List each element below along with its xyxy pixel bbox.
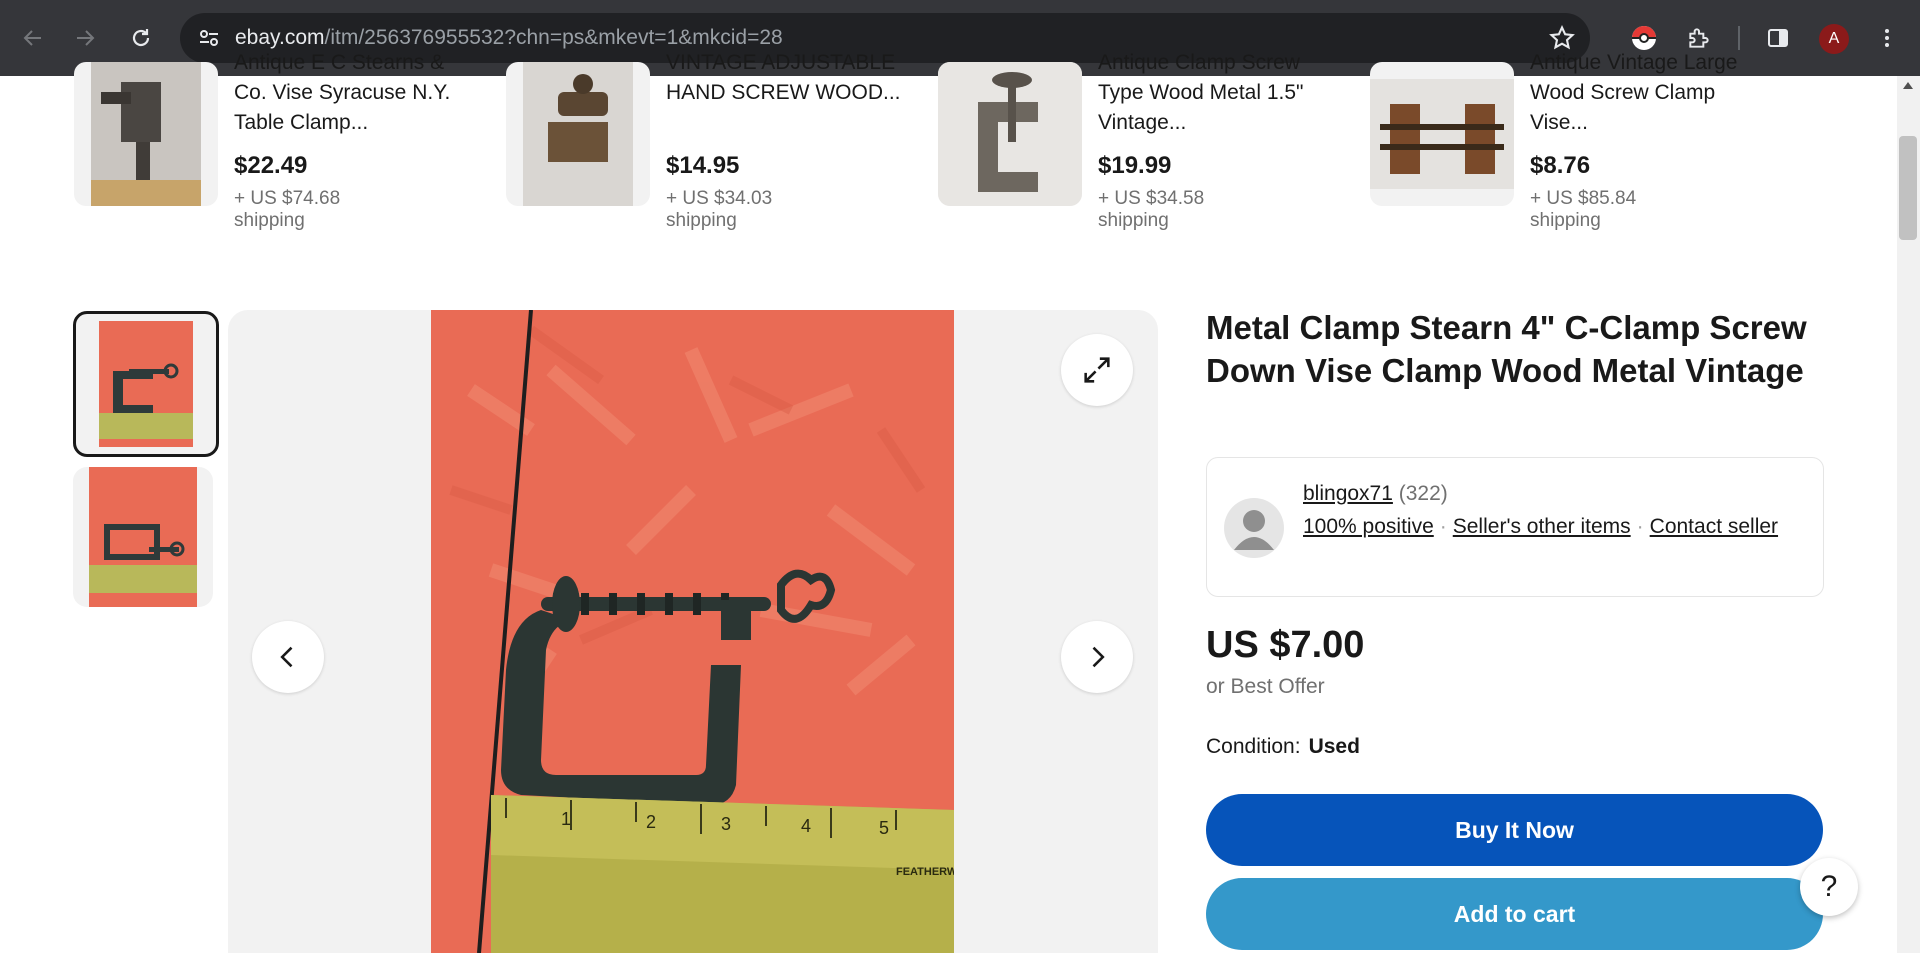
related-item-price: $19.99	[1098, 152, 1172, 179]
related-item[interactable]: Antique E C Stearns & Co. Vise Syracuse …	[74, 51, 494, 252]
svg-text:2: 2	[646, 812, 656, 832]
related-item-title[interactable]: VINTAGE ADJUSTABLE HAND SCREW WOOD...	[666, 48, 906, 138]
reload-icon[interactable]	[123, 20, 159, 56]
back-icon[interactable]	[15, 20, 51, 56]
svg-text:4: 4	[801, 816, 811, 836]
condition-label: Condition:	[1206, 735, 1301, 758]
svg-text:3: 3	[721, 814, 731, 834]
related-item-title[interactable]: Antique Clamp Screw Type Wood Metal 1.5"…	[1098, 48, 1338, 138]
ruler-brand-text: FEATHERW	[896, 866, 954, 878]
svg-text:1: 1	[561, 809, 571, 829]
previous-image-button[interactable]	[252, 621, 324, 693]
related-item-price: $22.49	[234, 152, 308, 179]
main-product-image[interactable]: 1 2 3 4 5 FEATHERW	[431, 310, 954, 953]
next-image-button[interactable]	[1061, 621, 1133, 693]
best-offer-label: or Best Offer	[1206, 675, 1325, 698]
related-item-price: $8.76	[1530, 152, 1591, 179]
related-item[interactable]: VINTAGE ADJUSTABLE HAND SCREW WOOD... $1…	[506, 51, 926, 252]
site-settings-icon[interactable]	[196, 25, 222, 51]
related-item-shipping: + US $34.03 shipping	[666, 188, 773, 231]
thumbnail-2[interactable]	[73, 467, 213, 607]
separator-dot: ·	[1439, 515, 1447, 538]
expand-icon	[1084, 357, 1110, 383]
scroll-up-arrow-icon[interactable]	[1903, 82, 1913, 89]
seller-avatar[interactable]	[1224, 498, 1284, 558]
related-item-image[interactable]	[938, 62, 1082, 206]
related-item[interactable]: Antique Vintage Large Wood Screw Clamp V…	[1370, 51, 1790, 252]
related-item-price: $14.95	[666, 152, 740, 179]
related-item-image[interactable]	[506, 62, 650, 206]
condition-value: Used	[1308, 735, 1360, 758]
seller-positive-link[interactable]: 100% positive	[1303, 515, 1434, 538]
browser-menu-icon[interactable]	[1871, 22, 1903, 54]
related-item-image[interactable]	[74, 62, 218, 206]
related-item-title[interactable]: Antique E C Stearns & Co. Vise Syracuse …	[234, 48, 474, 138]
seller-other-items-link[interactable]: Seller's other items	[1453, 515, 1631, 538]
condition-row: Condition: Used	[1206, 735, 1360, 759]
related-item-image[interactable]	[1370, 62, 1514, 206]
buy-it-now-button[interactable]: Buy It Now	[1206, 794, 1823, 866]
expand-image-button[interactable]	[1061, 334, 1133, 406]
seller-card: blingox71 (322) 100% positive · Seller's o…	[1206, 457, 1824, 597]
listing-price: US $7.00	[1206, 624, 1365, 666]
related-item-shipping: + US $34.58 shipping	[1098, 188, 1205, 231]
toolbar-divider	[1738, 26, 1740, 50]
listing-title: Metal Clamp Stearn 4" C-Clamp Screw Down…	[1206, 309, 1807, 389]
profile-avatar[interactable]: A	[1819, 24, 1849, 54]
scrollbar-thumb[interactable]	[1899, 136, 1917, 240]
seller-name-link[interactable]: blingox71	[1303, 482, 1393, 505]
url-text[interactable]: ebay.com/itm/256376955532?chn=ps&mkevt=1…	[235, 26, 783, 50]
seller-feedback-count: (322)	[1398, 482, 1448, 505]
forward-icon[interactable]	[67, 20, 103, 56]
svg-text:5: 5	[879, 818, 889, 838]
help-button[interactable]: ?	[1800, 858, 1858, 916]
main-image-viewer[interactable]: 1 2 3 4 5 FEATHERW	[228, 310, 1158, 953]
related-item-shipping: + US $85.84 shipping	[1530, 188, 1637, 231]
related-item-title[interactable]: Antique Vintage Large Wood Screw Clamp V…	[1530, 48, 1770, 138]
chevron-right-icon	[1092, 646, 1105, 668]
contact-seller-link[interactable]: Contact seller	[1650, 515, 1778, 538]
chevron-left-icon	[280, 646, 293, 668]
related-item[interactable]: Antique Clamp Screw Type Wood Metal 1.5"…	[938, 51, 1358, 252]
separator-dot: ·	[1636, 515, 1644, 538]
thumbnail-1[interactable]	[73, 311, 219, 457]
add-to-cart-button[interactable]: Add to cart	[1206, 878, 1823, 950]
related-item-shipping: + US $74.68 shipping	[234, 188, 341, 231]
